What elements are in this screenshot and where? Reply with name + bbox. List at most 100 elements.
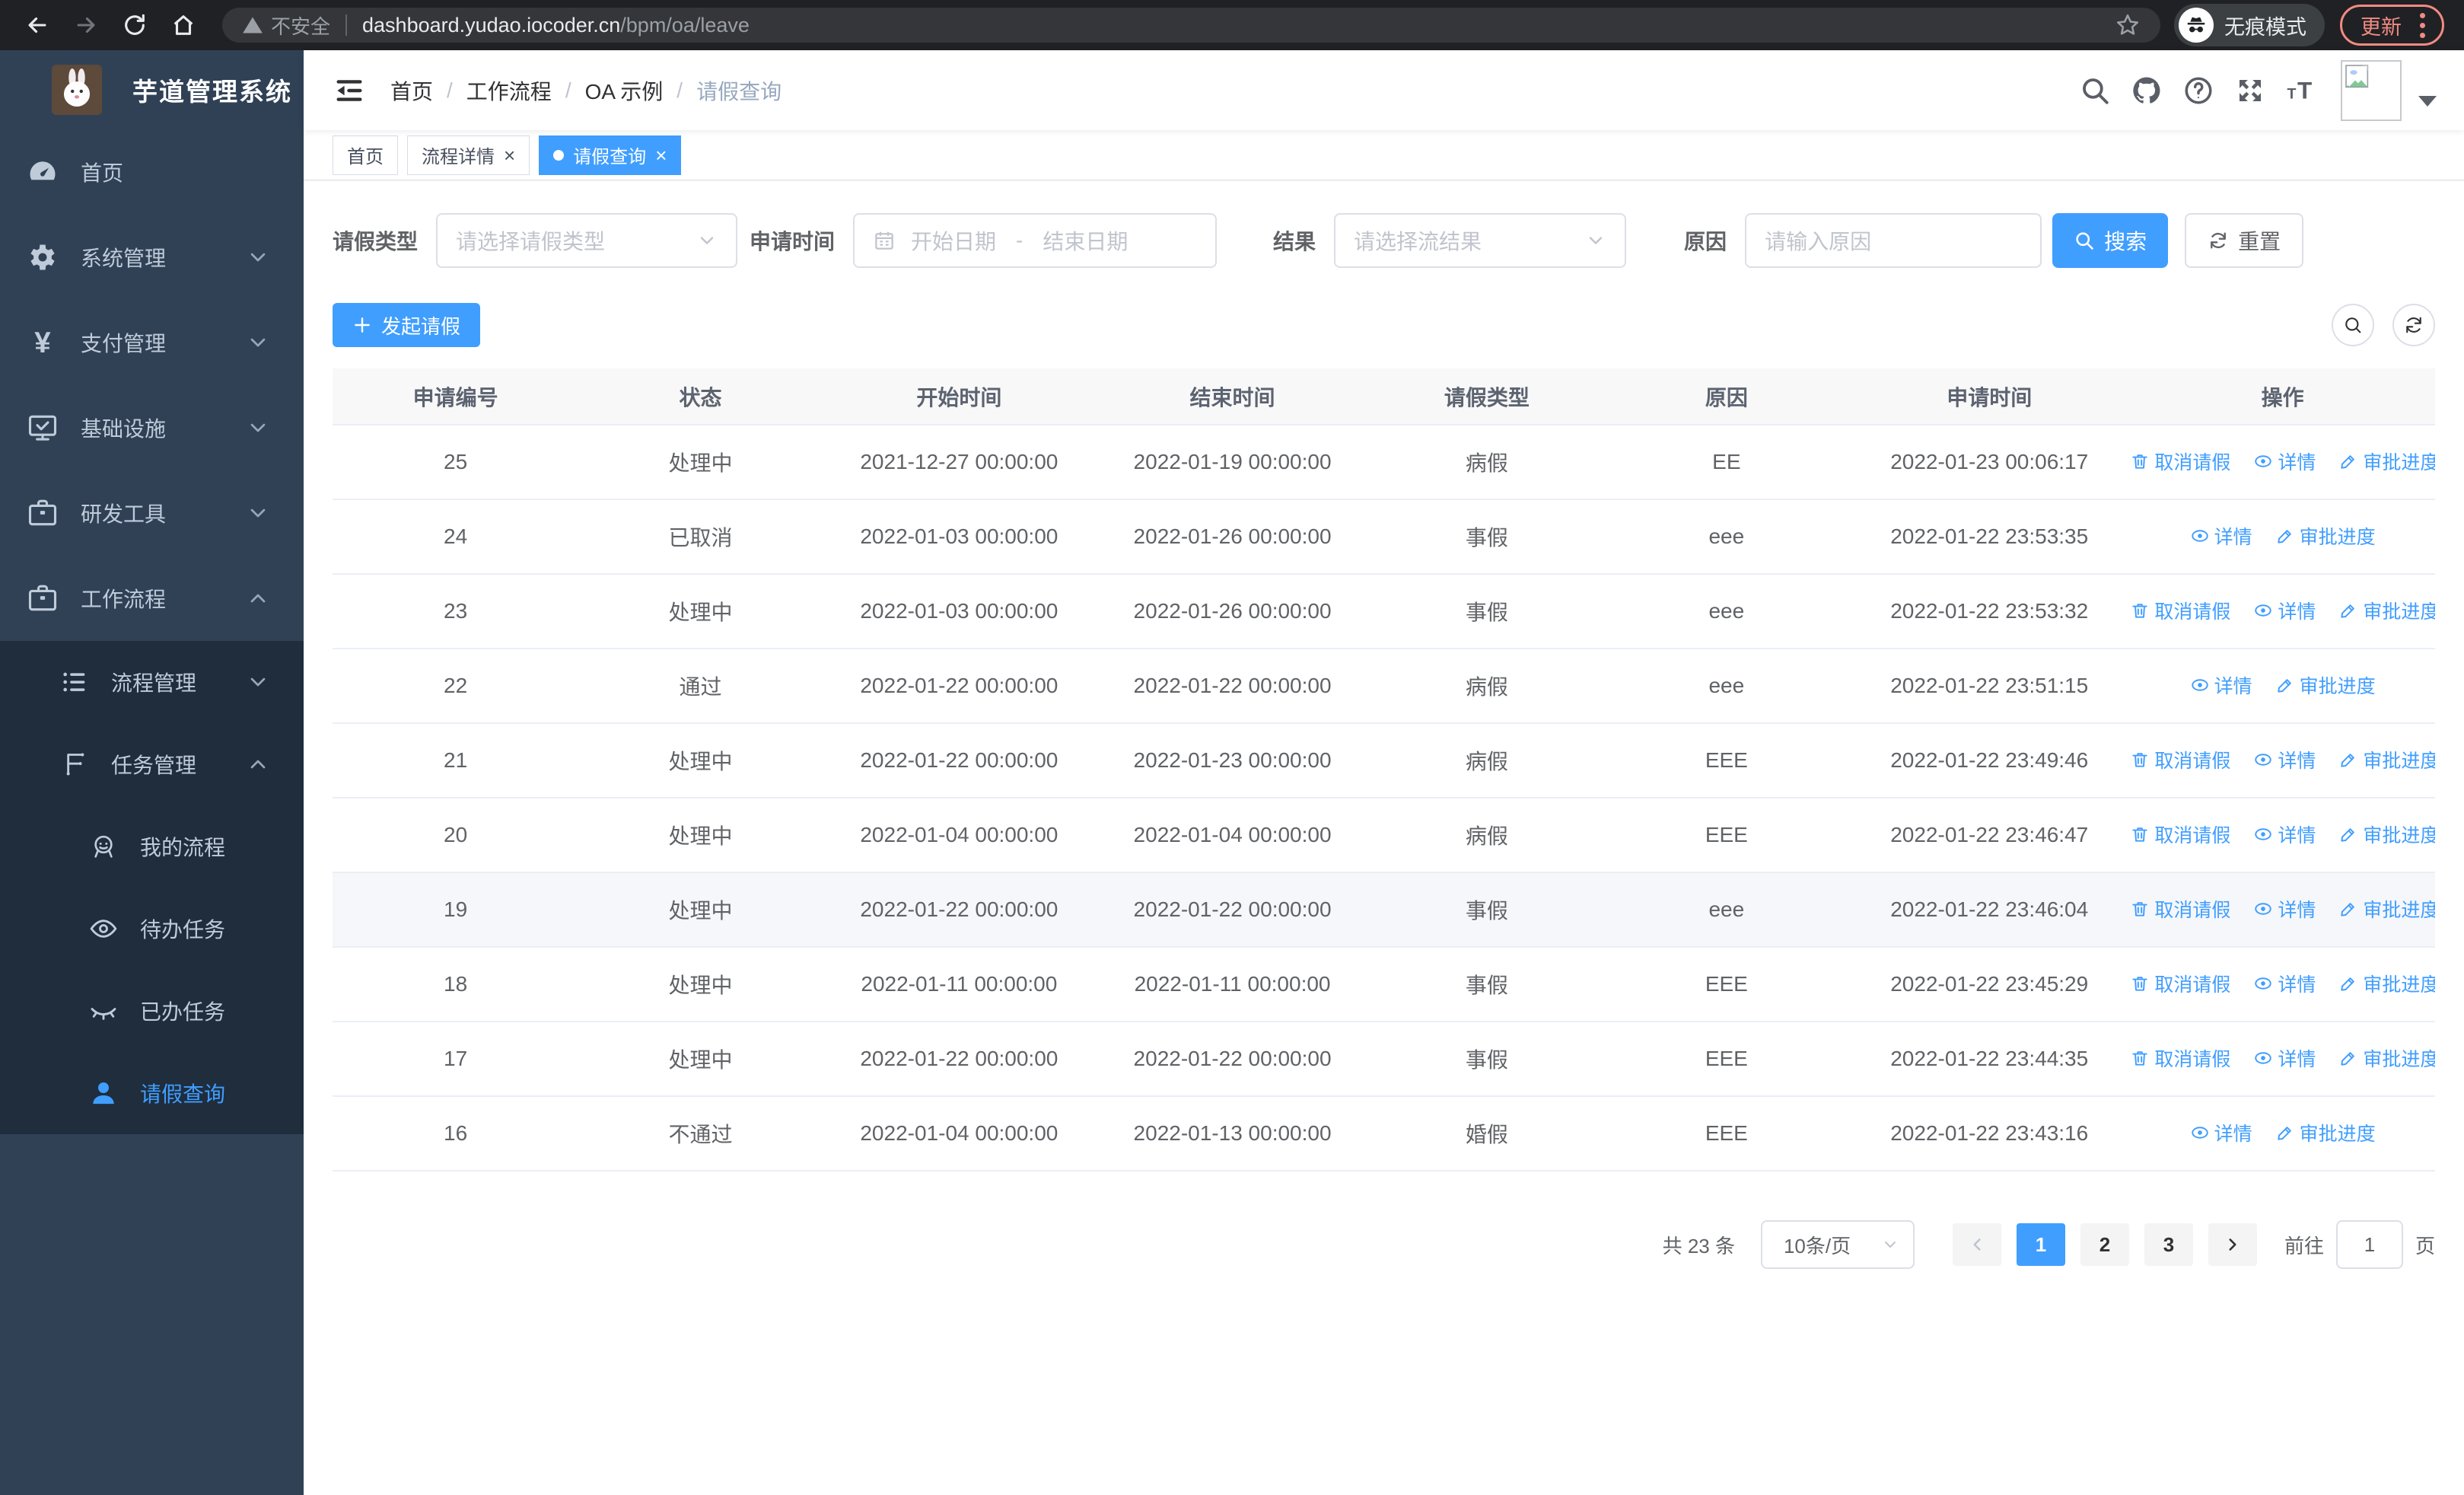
cancel-leave-link[interactable]: 取消请假 bbox=[2130, 895, 2230, 923]
detail-link[interactable]: 详情 bbox=[2253, 970, 2316, 997]
cell-reason: EEE bbox=[1604, 798, 1849, 873]
detail-link[interactable]: 详情 bbox=[2190, 522, 2252, 550]
goto-page-input[interactable] bbox=[2335, 1220, 2403, 1269]
sidebar-item-my-processes[interactable]: 我的流程 bbox=[0, 805, 304, 888]
browser-update-button[interactable]: 更新 bbox=[2340, 5, 2444, 46]
dashboard-icon bbox=[26, 155, 59, 189]
detail-link[interactable]: 详情 bbox=[2253, 597, 2316, 624]
reason-input[interactable]: 请输入原因 bbox=[1745, 213, 2042, 268]
cell-actions: 取消请假 详情 审批进度 bbox=[2130, 425, 2435, 500]
create-leave-button[interactable]: 发起请假 bbox=[333, 303, 481, 347]
sidebar-item-task-management[interactable]: 任务管理 bbox=[0, 723, 304, 805]
help-icon[interactable] bbox=[2182, 75, 2214, 107]
detail-link[interactable]: 详情 bbox=[2253, 746, 2316, 773]
column-header-leave-type: 请假类型 bbox=[1369, 368, 1605, 426]
next-page-button[interactable] bbox=[2208, 1223, 2257, 1266]
progress-link[interactable]: 审批进度 bbox=[2275, 1119, 2376, 1146]
tab-home[interactable]: 首页 bbox=[333, 135, 398, 175]
detail-link[interactable]: 详情 bbox=[2190, 671, 2252, 699]
font-size-icon[interactable]: TT bbox=[2286, 75, 2318, 107]
sidebar-item-label: 基础设施 bbox=[81, 417, 167, 441]
progress-link[interactable]: 审批进度 bbox=[2338, 448, 2435, 475]
user-avatar[interactable] bbox=[2341, 59, 2402, 121]
progress-link[interactable]: 审批进度 bbox=[2338, 1044, 2435, 1072]
progress-link[interactable]: 审批进度 bbox=[2338, 597, 2435, 624]
progress-link[interactable]: 审批进度 bbox=[2338, 895, 2435, 923]
breadcrumb-item[interactable]: 首页 bbox=[390, 75, 433, 106]
progress-link[interactable]: 审批进度 bbox=[2275, 522, 2376, 550]
detail-link[interactable]: 详情 bbox=[2253, 448, 2316, 475]
sidebar-item-infrastructure[interactable]: 基础设施 bbox=[0, 385, 304, 470]
page-size-select[interactable]: 10条/页 bbox=[1760, 1220, 1915, 1269]
cancel-leave-link[interactable]: 取消请假 bbox=[2130, 821, 2230, 848]
bookmark-star-icon[interactable] bbox=[2115, 12, 2141, 38]
prev-page-button[interactable] bbox=[1952, 1223, 2001, 1266]
sidebar-item-home[interactable]: 首页 bbox=[0, 129, 304, 215]
sidebar-item-done-tasks[interactable]: 已办任务 bbox=[0, 970, 304, 1052]
detail-link[interactable]: 详情 bbox=[2253, 1044, 2316, 1072]
sidebar-item-leave-query[interactable]: 请假查询 bbox=[0, 1052, 304, 1134]
tab-leave-query[interactable]: 请假查询 × bbox=[539, 135, 682, 175]
apply-time-range-picker[interactable]: 开始日期 - 结束日期 bbox=[853, 213, 1218, 268]
cell-request-id: 18 bbox=[333, 947, 579, 1022]
sidebar-item-payment-management[interactable]: ¥ 支付管理 bbox=[0, 300, 304, 385]
close-icon[interactable]: × bbox=[504, 145, 515, 165]
fullscreen-icon[interactable] bbox=[2234, 75, 2266, 107]
search-button[interactable]: 搜索 bbox=[2052, 213, 2169, 268]
cell-request-id: 22 bbox=[333, 649, 579, 724]
page-button-1[interactable]: 1 bbox=[2016, 1223, 2065, 1266]
cell-actions: 详情 审批进度 bbox=[2130, 499, 2435, 575]
hide-search-button[interactable] bbox=[2332, 304, 2374, 346]
sidebar-toggle-icon[interactable] bbox=[333, 74, 366, 107]
detail-link[interactable]: 详情 bbox=[2190, 1119, 2252, 1146]
leave-type-select[interactable]: 请选择请假类型 bbox=[436, 213, 738, 268]
cell-reason: eee bbox=[1604, 872, 1849, 948]
result-select[interactable]: 请选择流结果 bbox=[1334, 213, 1627, 268]
pen-icon bbox=[2338, 1048, 2358, 1068]
browser-menu-icon[interactable] bbox=[2414, 10, 2431, 41]
sidebar-item-workflow[interactable]: 工作流程 bbox=[0, 556, 304, 641]
cancel-leave-link[interactable]: 取消请假 bbox=[2130, 448, 2230, 475]
gear-icon bbox=[26, 241, 59, 274]
github-icon[interactable] bbox=[2131, 75, 2163, 107]
search-icon[interactable] bbox=[2079, 75, 2111, 107]
chevron-down-icon[interactable] bbox=[2418, 95, 2437, 107]
sidebar-item-system-management[interactable]: 系统管理 bbox=[0, 215, 304, 300]
forward-icon[interactable] bbox=[68, 8, 103, 43]
detail-link[interactable]: 详情 bbox=[2253, 895, 2316, 923]
breadcrumb-item[interactable]: 工作流程 bbox=[466, 75, 552, 106]
sidebar-item-label: 我的流程 bbox=[140, 836, 226, 859]
home-icon[interactable] bbox=[166, 8, 201, 43]
create-leave-label: 发起请假 bbox=[381, 314, 461, 338]
url-bar[interactable]: 不安全 dashboard.yudao.iocoder.cn/bpm/oa/le… bbox=[222, 8, 2160, 43]
cancel-leave-link[interactable]: 取消请假 bbox=[2130, 1044, 2230, 1072]
tags-view: 首页 流程详情 × 请假查询 × bbox=[304, 130, 2464, 180]
table-row: 17 处理中 2022-01-22 00:00:00 2022-01-22 00:00… bbox=[333, 1022, 2435, 1097]
progress-link[interactable]: 审批进度 bbox=[2275, 671, 2376, 699]
sidebar-item-dev-tools[interactable]: 研发工具 bbox=[0, 470, 304, 556]
sidebar-item-process-management[interactable]: 流程管理 bbox=[0, 641, 304, 723]
detail-link[interactable]: 详情 bbox=[2253, 821, 2316, 848]
cancel-leave-link[interactable]: 取消请假 bbox=[2130, 597, 2230, 624]
refresh-table-button[interactable] bbox=[2392, 304, 2435, 346]
incognito-badge: 无痕模式 bbox=[2174, 4, 2325, 46]
cell-reason: eee bbox=[1604, 649, 1849, 724]
close-icon[interactable]: × bbox=[655, 145, 667, 165]
tab-label: 请假查询 bbox=[573, 147, 647, 167]
progress-link[interactable]: 审批进度 bbox=[2338, 970, 2435, 997]
chevron-down-icon bbox=[696, 230, 718, 251]
cancel-leave-link[interactable]: 取消请假 bbox=[2130, 970, 2230, 997]
page-button-2[interactable]: 2 bbox=[2080, 1223, 2129, 1266]
page-button-3[interactable]: 3 bbox=[2144, 1223, 2193, 1266]
table-header-row: 申请编号 状态 开始时间 结束时间 请假类型 原因 申请时间 操作 bbox=[333, 368, 2435, 426]
tab-process-detail[interactable]: 流程详情 × bbox=[407, 135, 530, 175]
sidebar-item-todo-tasks[interactable]: 待办任务 bbox=[0, 888, 304, 970]
cancel-leave-link[interactable]: 取消请假 bbox=[2130, 746, 2230, 773]
progress-link[interactable]: 审批进度 bbox=[2338, 821, 2435, 848]
breadcrumb-item[interactable]: OA 示例 bbox=[585, 75, 664, 106]
reload-icon[interactable] bbox=[117, 8, 152, 43]
back-icon[interactable] bbox=[20, 8, 55, 43]
sidebar-item-label: 已办任务 bbox=[140, 1000, 226, 1024]
progress-link[interactable]: 审批进度 bbox=[2338, 746, 2435, 773]
reset-button[interactable]: 重置 bbox=[2185, 213, 2304, 268]
